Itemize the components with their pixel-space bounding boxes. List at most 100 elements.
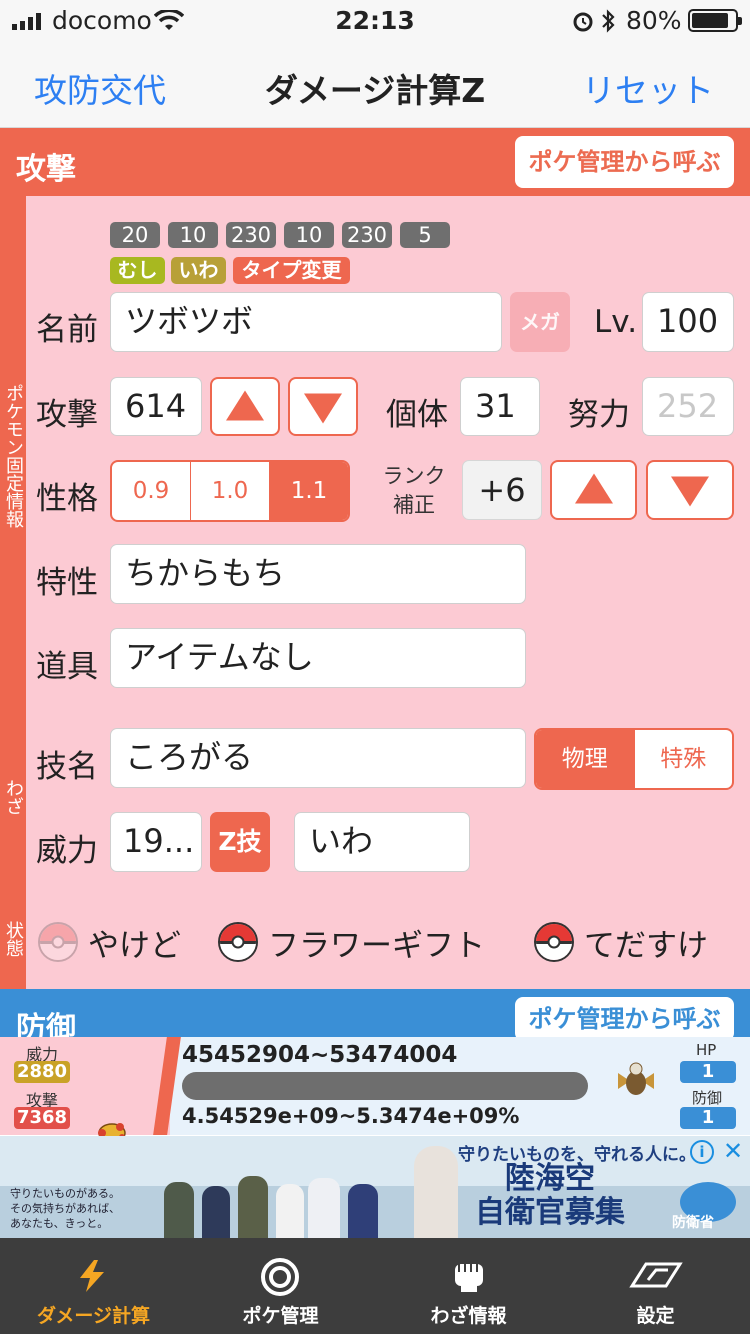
tab-bar: ダメージ計算 ポケ管理 わざ情報 設定	[0, 1238, 750, 1334]
base-stat-spa: 10	[284, 222, 334, 248]
attack-stat-decrease-button[interactable]	[288, 377, 358, 436]
nature-option-1.0[interactable]: 1.0	[191, 462, 270, 520]
defense-section-header: 防御 ポケ管理から呼ぶ	[0, 989, 750, 1046]
move-name-field[interactable]: ころがる	[110, 728, 526, 788]
rank-increase-button[interactable]	[550, 460, 637, 520]
power-label: 威力	[36, 833, 98, 869]
ability-label: 特性	[36, 565, 98, 601]
ad-left-text: 守りたいものがある。 その気持ちがあれば、 あなたも、きっと。	[10, 1187, 120, 1230]
defender-sprite-icon	[618, 1062, 654, 1095]
change-type-button[interactable]: タイプ変更	[233, 257, 350, 284]
power-field[interactable]: 19...	[110, 812, 202, 872]
navigation-bar: 攻防交代 ダメージ計算Z リセット	[0, 40, 750, 128]
rank-modifier-value: +6	[462, 460, 542, 520]
result-hp-value: 1	[680, 1061, 736, 1083]
side-label-move: わざ	[3, 779, 24, 815]
result-attack-value: 7368	[14, 1107, 70, 1129]
move-type-field[interactable]: いわ	[294, 812, 470, 872]
attack-section-header: 攻撃 ポケ管理から呼ぶ	[0, 128, 750, 196]
pokeball-icon	[218, 922, 258, 962]
attack-stat-field[interactable]: 614	[110, 377, 202, 436]
settings-emblem-icon	[629, 1262, 683, 1288]
status-bar: docomo 22:13 80%	[0, 0, 750, 40]
down-arrow-icon	[304, 393, 342, 423]
hp-remaining-bar	[182, 1072, 588, 1100]
burn-toggle-label: やけど	[88, 928, 181, 964]
ev-label: 努力	[568, 397, 630, 433]
defense-call-from-pokemon-manager-button[interactable]: ポケ管理から呼ぶ	[515, 997, 734, 1041]
tab-settings-label: 設定	[636, 1305, 675, 1327]
ad-close-icon[interactable]: ✕	[720, 1138, 746, 1164]
up-arrow-icon	[226, 390, 264, 420]
attack-side-rail: ポケモン固定情報 わざ 状態	[0, 196, 26, 989]
fist-icon	[455, 1264, 483, 1292]
base-stat-spd: 230	[342, 222, 392, 248]
category-physical[interactable]: 物理	[536, 730, 635, 788]
damage-category-selector: 物理 特殊	[534, 728, 734, 790]
side-label-status: 状態	[3, 921, 24, 957]
ad-info-icon[interactable]: i	[690, 1140, 714, 1164]
helping-hand-toggle-label: てだすけ	[584, 928, 708, 964]
result-hp-label: HP	[696, 1041, 717, 1059]
pokeball-icon	[534, 922, 574, 962]
category-special[interactable]: 特殊	[635, 730, 733, 788]
reset-button[interactable]: リセット	[582, 64, 714, 112]
iv-field[interactable]: 31	[460, 377, 540, 436]
tab-pokemon-manager[interactable]: ポケ管理	[187, 1238, 374, 1334]
lightning-icon	[80, 1260, 104, 1292]
battery-icon	[688, 9, 742, 32]
flower-gift-toggle[interactable]: フラワーギフト	[218, 920, 498, 964]
spiral-icon	[261, 1258, 299, 1296]
pokemon-name-field[interactable]: ツボツボ	[110, 292, 502, 352]
result-power-value: 2880	[14, 1061, 70, 1083]
tab-move-info-label: わざ情報	[430, 1305, 507, 1327]
rank-modifier-label: ランク 補正	[382, 464, 446, 517]
tab-move-info[interactable]: わざ情報	[375, 1238, 562, 1334]
nature-option-1.1[interactable]: 1.1	[270, 462, 348, 520]
alarm-icon	[573, 12, 593, 32]
helping-hand-toggle[interactable]: てだすけ	[534, 920, 734, 964]
level-field[interactable]: 100	[642, 292, 734, 352]
attack-call-from-pokemon-manager-button[interactable]: ポケ管理から呼ぶ	[515, 136, 734, 188]
damage-range: 45452904~53474004	[182, 1042, 458, 1068]
type-badge-rock: いわ	[171, 257, 226, 284]
damage-result-bar: 威力 2880 攻撃 7368 45452904~53474004 4.5452…	[0, 1037, 750, 1143]
tab-settings[interactable]: 設定	[562, 1238, 749, 1334]
advertisement-banner[interactable]: 守りたいものがある。 その気持ちがあれば、 あなたも、きっと。 守りたいものを、…	[0, 1136, 750, 1238]
burn-toggle[interactable]: やけど	[38, 920, 188, 964]
nature-option-0.9[interactable]: 0.9	[112, 462, 191, 520]
side-label-pokemon: ポケモン固定情報	[3, 384, 24, 528]
item-label: 道具	[36, 649, 98, 685]
base-stat-def: 230	[226, 222, 276, 248]
name-label: 名前	[36, 312, 98, 348]
ev-field[interactable]: 252	[642, 377, 734, 436]
pokeball-icon	[38, 922, 78, 962]
nature-selector: 0.9 1.0 1.1	[110, 460, 350, 522]
mega-button[interactable]: メガ	[510, 292, 570, 352]
attack-stat-label: 攻撃	[36, 397, 98, 433]
tab-damage-calc[interactable]: ダメージ計算	[0, 1238, 187, 1334]
battery-percent: 80%	[626, 6, 682, 35]
attack-stat-increase-button[interactable]	[210, 377, 280, 436]
rank-decrease-button[interactable]	[646, 460, 734, 520]
flower-gift-toggle-label: フラワーギフト	[268, 928, 485, 964]
iv-label: 個体	[386, 397, 448, 433]
base-stat-spe: 5	[400, 222, 450, 248]
bluetooth-icon	[602, 9, 615, 33]
ad-org-name: 防衛省	[672, 1215, 714, 1231]
z-move-button[interactable]: Z技	[210, 812, 270, 872]
type-badge-bug: むし	[110, 257, 165, 284]
ability-field[interactable]: ちからもち	[110, 544, 526, 604]
attack-section-title: 攻撃	[16, 152, 76, 187]
ad-people-image	[158, 1166, 414, 1238]
up-arrow-icon	[574, 473, 613, 504]
nature-label: 性格	[36, 481, 98, 517]
base-stat-atk: 10	[168, 222, 218, 248]
result-def-value: 1	[680, 1107, 736, 1129]
tab-damage-calc-label: ダメージ計算	[36, 1305, 151, 1327]
damage-percent-range: 4.54529e+09~5.3474e+09%	[182, 1104, 520, 1128]
item-field[interactable]: アイテムなし	[110, 628, 526, 688]
move-label: 技名	[36, 749, 98, 785]
base-stat-hp: 20	[110, 222, 160, 248]
level-label: Lv.	[594, 304, 638, 340]
